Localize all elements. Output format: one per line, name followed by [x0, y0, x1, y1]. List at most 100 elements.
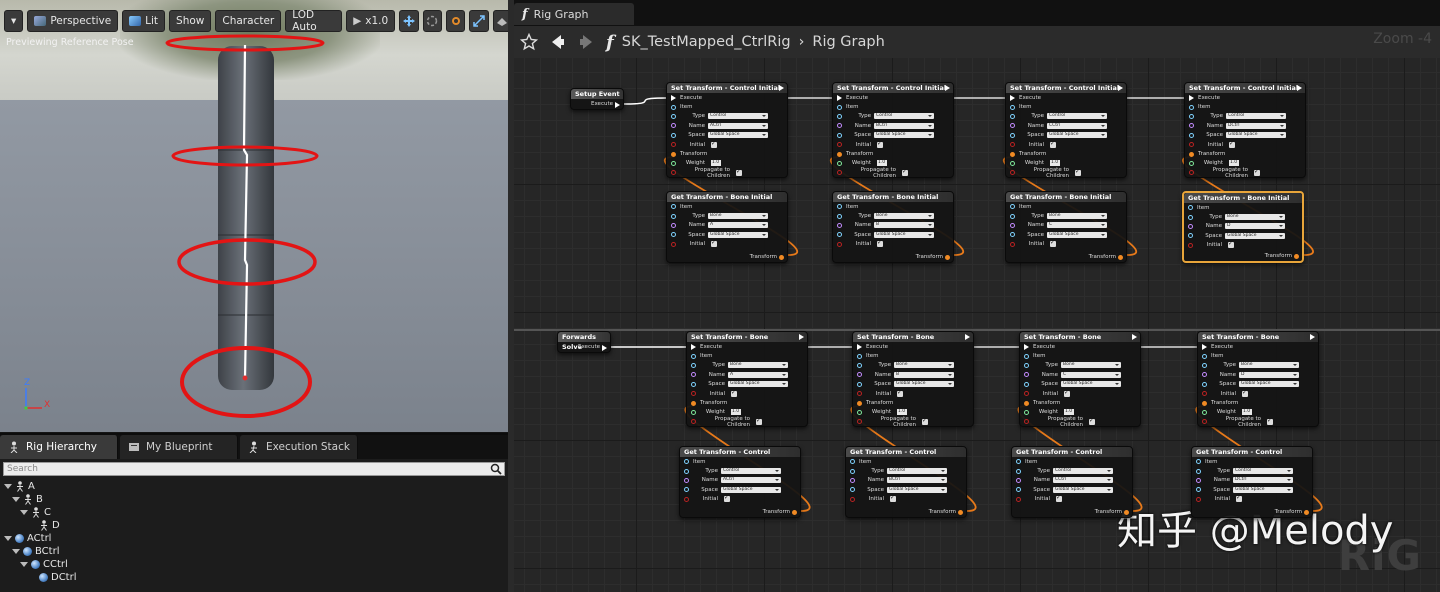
pin-icon[interactable] [1010, 204, 1015, 210]
translate-tool-button[interactable] [399, 10, 419, 32]
viewport[interactable]: ▾ Perspective Lit Show Character LOD Aut… [0, 0, 508, 432]
perspective-button[interactable]: Perspective [27, 10, 119, 32]
pin-icon[interactable] [1024, 343, 1029, 350]
pin-icon[interactable] [837, 104, 842, 110]
space-field-dropdown[interactable]: Global Space [1226, 132, 1286, 139]
get-control-node-2[interactable]: Get Transform - Control Item Type Control Na… [1011, 446, 1133, 518]
pin-icon[interactable] [837, 142, 842, 148]
space-field-dropdown[interactable]: Global Space [708, 231, 768, 238]
pin-icon[interactable] [837, 232, 842, 238]
pin-icon[interactable] [671, 204, 676, 210]
pin-icon[interactable] [837, 213, 842, 219]
initial-field-checkbox[interactable] [731, 389, 737, 397]
character-button[interactable]: Character [215, 10, 282, 32]
setup-event-node[interactable]: Setup Event Execute [570, 88, 624, 110]
pin-icon[interactable] [671, 123, 676, 129]
graph-canvas[interactable]: RiG 知乎 @Melody Setup Event Execute Set Tra… [514, 58, 1440, 592]
type-field-dropdown[interactable]: Control [1047, 113, 1107, 120]
transform-out-pin[interactable] [1118, 254, 1123, 260]
expand-arrow-icon[interactable] [4, 536, 12, 541]
tree-item-c[interactable]: C [20, 506, 51, 519]
pin-icon[interactable] [857, 381, 862, 387]
initial-field-checkbox[interactable] [711, 140, 717, 148]
propagate-field-checkbox[interactable] [1089, 417, 1095, 425]
pin-icon[interactable] [1196, 468, 1201, 474]
space-field-dropdown[interactable]: Global Space [721, 486, 781, 493]
pin-icon[interactable] [1010, 142, 1015, 148]
exec-out-pin[interactable] [1310, 334, 1315, 340]
propagate-field-checkbox[interactable] [1267, 417, 1273, 425]
name-field-dropdown[interactable]: A [708, 222, 768, 229]
pin-icon[interactable] [1188, 214, 1193, 220]
exec-out-pin[interactable] [1132, 334, 1137, 340]
pin-icon[interactable] [1202, 409, 1207, 415]
space-field-dropdown[interactable]: Global Space [1061, 381, 1121, 388]
pin-icon[interactable] [1010, 113, 1015, 119]
type-field-dropdown[interactable]: Control [721, 468, 781, 475]
pin-icon[interactable] [1024, 391, 1029, 397]
expand-arrow-icon[interactable] [12, 497, 20, 502]
pin-icon[interactable] [671, 160, 676, 166]
set-control-initial-node-0[interactable]: Set Transform - Control Initial Execute It… [666, 82, 788, 179]
initial-field-checkbox[interactable] [877, 239, 883, 248]
pin-icon[interactable] [684, 459, 689, 465]
breadcrumb-current[interactable]: Rig Graph [812, 34, 884, 50]
type-field-dropdown[interactable]: Bone [894, 362, 954, 369]
pin-icon[interactable] [691, 362, 696, 368]
pin-icon[interactable] [691, 400, 696, 406]
pin-icon[interactable] [691, 353, 696, 359]
pin-icon[interactable] [1010, 104, 1015, 110]
pin-icon[interactable] [671, 222, 676, 228]
tab-rig-graph[interactable]: f Rig Graph [514, 3, 634, 25]
name-field-dropdown[interactable]: D [1239, 371, 1299, 378]
pin-icon[interactable] [671, 170, 676, 176]
tab-rig-hierarchy[interactable]: Rig Hierarchy [0, 435, 118, 459]
snap-tool-button[interactable] [469, 10, 489, 32]
space-field-dropdown[interactable]: Global Space [1053, 486, 1113, 493]
forwards-solve-node[interactable]: Forwards Solve Execute [557, 331, 611, 353]
pin-icon[interactable] [1010, 123, 1015, 129]
pin-icon[interactable] [1016, 477, 1021, 483]
hierarchy-search-input[interactable]: Search [3, 462, 505, 476]
breadcrumb-root[interactable]: SK_TestMapped_CtrlRig [622, 34, 791, 50]
transform-out[interactable]: Transform [1275, 509, 1309, 515]
type-field-dropdown[interactable]: Control [708, 113, 768, 120]
lit-button[interactable]: Lit [122, 10, 166, 32]
type-field-dropdown[interactable]: Bone [874, 213, 934, 220]
weight-value[interactable]: 1.0 [1050, 160, 1060, 167]
pin-icon[interactable] [837, 160, 842, 166]
transform-out[interactable]: Transform [763, 509, 797, 515]
name-field-dropdown[interactable]: B [894, 371, 954, 378]
tree-item-dctrl[interactable]: DCtrl [28, 571, 77, 584]
pin-icon[interactable] [1010, 160, 1015, 166]
pin-icon[interactable] [671, 213, 676, 219]
transform-out[interactable]: Transform [916, 254, 950, 260]
pin-icon[interactable] [1010, 222, 1015, 228]
pin-icon[interactable] [1189, 113, 1194, 119]
pin-icon[interactable] [857, 372, 862, 378]
transform-out-pin[interactable] [945, 254, 950, 260]
exec-out-pin[interactable] [799, 334, 804, 340]
initial-field-checkbox[interactable] [1064, 389, 1070, 397]
get-control-node-3[interactable]: Get Transform - Control Item Type Control Na… [1191, 446, 1313, 518]
pin-icon[interactable] [1202, 343, 1207, 350]
initial-field-checkbox[interactable] [1236, 494, 1242, 503]
transform-out[interactable]: Transform [750, 254, 784, 260]
pin-icon[interactable] [1189, 142, 1194, 148]
lod-button[interactable]: LOD Auto [285, 9, 343, 33]
pin-icon[interactable] [1024, 419, 1029, 425]
transform-out-pin[interactable] [958, 509, 963, 515]
initial-field-checkbox[interactable] [877, 140, 883, 148]
pin-icon[interactable] [671, 94, 676, 101]
pin-icon[interactable] [691, 419, 696, 425]
set-bone-node-1[interactable]: Set Transform - Bone Execute Item Type Bone N… [852, 331, 974, 428]
exec-out-pin[interactable] [1118, 85, 1123, 91]
transform-out[interactable]: Transform [929, 509, 963, 515]
name-field-dropdown[interactable]: A [728, 371, 788, 378]
pin-icon[interactable] [837, 170, 842, 176]
pin-icon[interactable] [671, 113, 676, 119]
type-field-dropdown[interactable]: Control [1053, 468, 1113, 475]
scale-tool-button[interactable] [445, 10, 466, 32]
pin-icon[interactable] [837, 204, 842, 210]
exec-out-pin[interactable] [779, 85, 784, 91]
